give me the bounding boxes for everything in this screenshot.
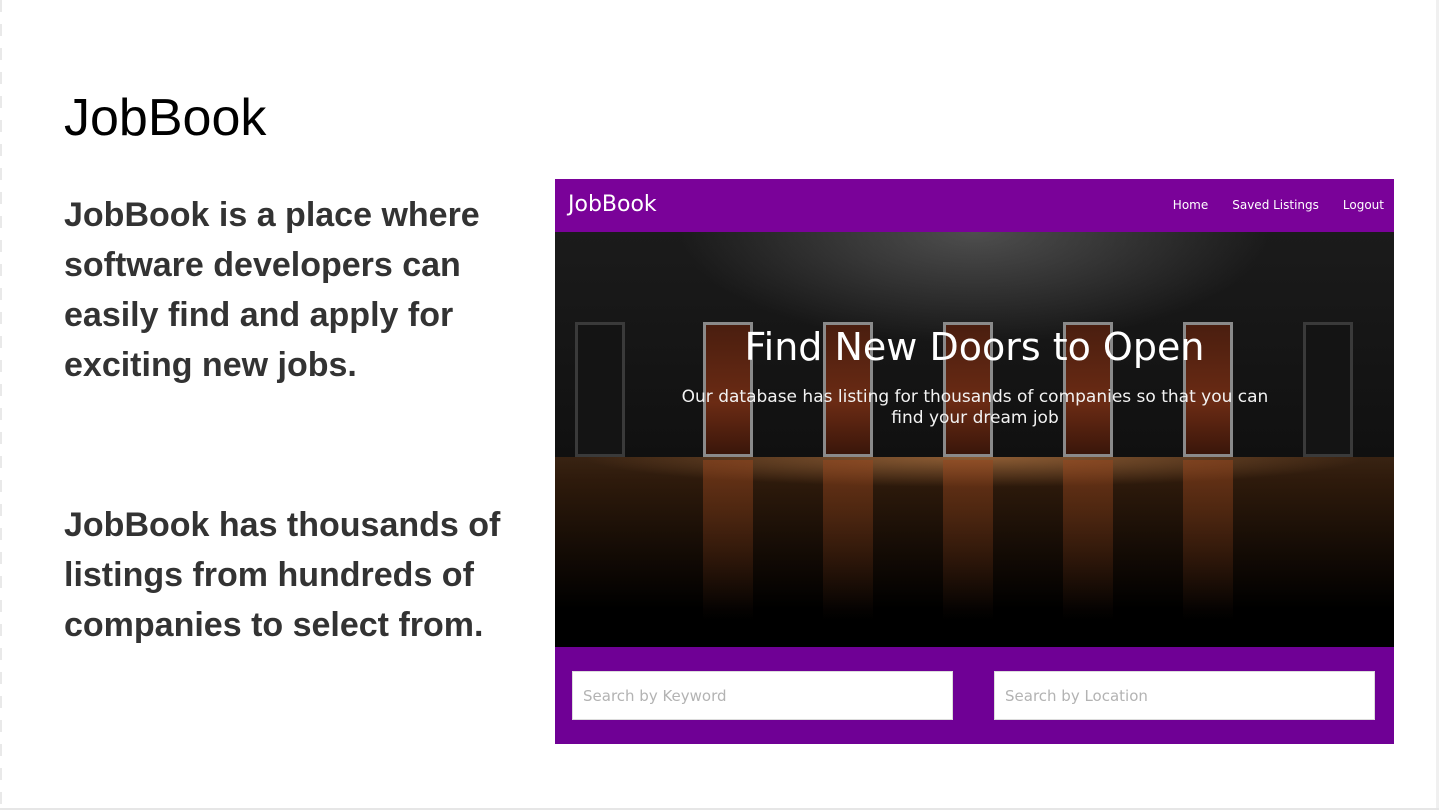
nav-link-home[interactable]: Home <box>1173 197 1208 213</box>
hero-title: Find New Doors to Open <box>744 325 1205 369</box>
app-navbar: JobBook Home Saved Listings Logout <box>555 179 1394 232</box>
app-screenshot: JobBook Home Saved Listings Logout Find … <box>555 179 1394 744</box>
nav-link-logout[interactable]: Logout <box>1343 197 1384 213</box>
door-reflection <box>823 460 873 620</box>
presentation-slide: JobBook JobBook is a place where softwar… <box>0 0 1439 810</box>
app-brand[interactable]: JobBook <box>568 191 657 219</box>
keyword-search-input[interactable] <box>572 671 953 720</box>
slide-paragraph-listings: JobBook has thousands of listings from h… <box>64 506 501 644</box>
slide-title: JobBook <box>64 89 267 147</box>
door-reflection <box>703 460 753 620</box>
search-bar <box>555 647 1394 744</box>
nav-link-saved-listings[interactable]: Saved Listings <box>1232 197 1319 213</box>
slide-left-edge <box>0 0 2 810</box>
door-reflection <box>943 460 993 620</box>
door-reflection <box>1183 460 1233 620</box>
door-reflection <box>1063 460 1113 620</box>
hero-subtitle: Our database has listing for thousands o… <box>681 387 1269 428</box>
app-nav-links: Home Saved Listings Logout <box>1149 197 1384 213</box>
slide-paragraph-intro: JobBook is a place where software develo… <box>64 196 480 384</box>
hero-banner: Find New Doors to Open Our database has … <box>555 232 1394 647</box>
location-search-input[interactable] <box>994 671 1375 720</box>
